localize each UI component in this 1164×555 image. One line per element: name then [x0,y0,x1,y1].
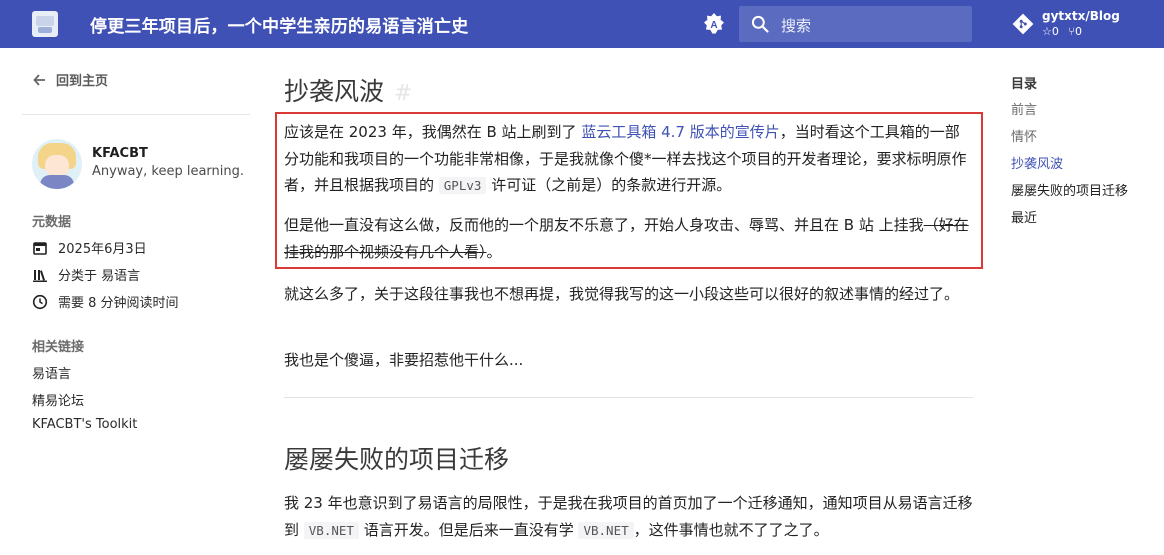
toc-item-migration[interactable]: 屡屡失败的项目迁移 [1011,180,1128,199]
library-icon [33,270,47,282]
section-divider [284,397,973,398]
clock-icon [32,294,48,310]
theme-toggle-icon[interactable]: A [702,12,726,36]
meta-date-text: 2025年6月3日 [58,242,147,257]
heading-anchor-link[interactable]: # [394,81,412,106]
highlight-box [275,112,983,269]
back-label: 回到主页 [56,74,109,89]
metadata-heading: 元数据 [32,215,72,230]
git-icon [1012,13,1034,35]
sidebar-divider [22,114,250,115]
star-icon: ☆ [1042,25,1052,38]
sidebar-link-jingyi-forum[interactable]: 精易论坛 [32,390,84,409]
toc-item-plagiarism[interactable]: 抄袭风波 [1011,153,1063,172]
star-count: 0 [1051,25,1059,38]
toc-item-preface[interactable]: 前言 [1011,99,1037,118]
top-header: 停更三年项目后，一个中学生亲历的易语言消亡史 A 搜索 gytxtx/Blog … [0,0,1164,48]
repo-name: gytxtx/Blog [1042,9,1120,23]
search-icon [751,15,769,33]
meta-reading-time: 需要 8 分钟阅读时间 [32,292,179,311]
meta-category: 分类于 易语言 [32,265,140,284]
repo-stats: ☆0 ⑂0 [1042,25,1082,38]
section-heading-migration: 屡屡失败的项目迁移 [284,445,510,474]
back-to-home-link[interactable]: 回到主页 [32,70,108,89]
fork-icon: ⑂ [1068,25,1075,38]
inline-code: VB.NET [578,521,634,539]
svg-text:A: A [710,20,717,31]
meta-category-text: 分类于 易语言 [58,269,141,284]
toc-title: 目录 [1011,77,1038,92]
paragraph: 我也是个傻逼，非要招惹他干什么... [284,351,524,369]
toc-item-recent[interactable]: 最近 [1011,207,1037,226]
avatar [32,139,82,189]
fork-count: 0 [1074,25,1082,38]
search-input[interactable]: 搜索 [739,6,972,42]
inline-code: VB.NET [303,521,359,539]
paragraph: 我 23 年也意识到了易语言的局限性，于是我在我项目的首页加了一个迁移通知，通知… [284,494,973,539]
toc-item-sentiment[interactable]: 情怀 [1011,126,1037,145]
section-heading-plagiarism: 抄袭风波 # [284,72,412,108]
sidebar-link-yiyuyan[interactable]: 易语言 [32,363,71,382]
paragraph: 就这么多了，关于这段往事我也不想再提，我觉得我写的这一小段这些可以很好的叙述事情… [284,285,960,303]
search-placeholder: 搜索 [781,17,812,35]
author-bio: Anyway, keep learning. [92,164,244,179]
author-name: KFACBT [92,146,148,161]
links-heading: 相关链接 [32,340,85,355]
sidebar-link-toolkit[interactable]: KFACBT's Toolkit [32,417,137,432]
arrow-left-icon [33,74,45,86]
site-logo[interactable] [32,11,58,37]
section-title: 抄袭风波 [284,77,385,106]
meta-date: 2025年6月3日 [32,238,147,257]
calendar-icon [33,242,47,255]
repo-link[interactable]: gytxtx/Blog ☆0 ⑂0 [1012,9,1152,41]
page-title-header: 停更三年项目后，一个中学生亲历的易语言消亡史 [90,17,469,37]
meta-reading-time-text: 需要 8 分钟阅读时间 [58,296,179,311]
